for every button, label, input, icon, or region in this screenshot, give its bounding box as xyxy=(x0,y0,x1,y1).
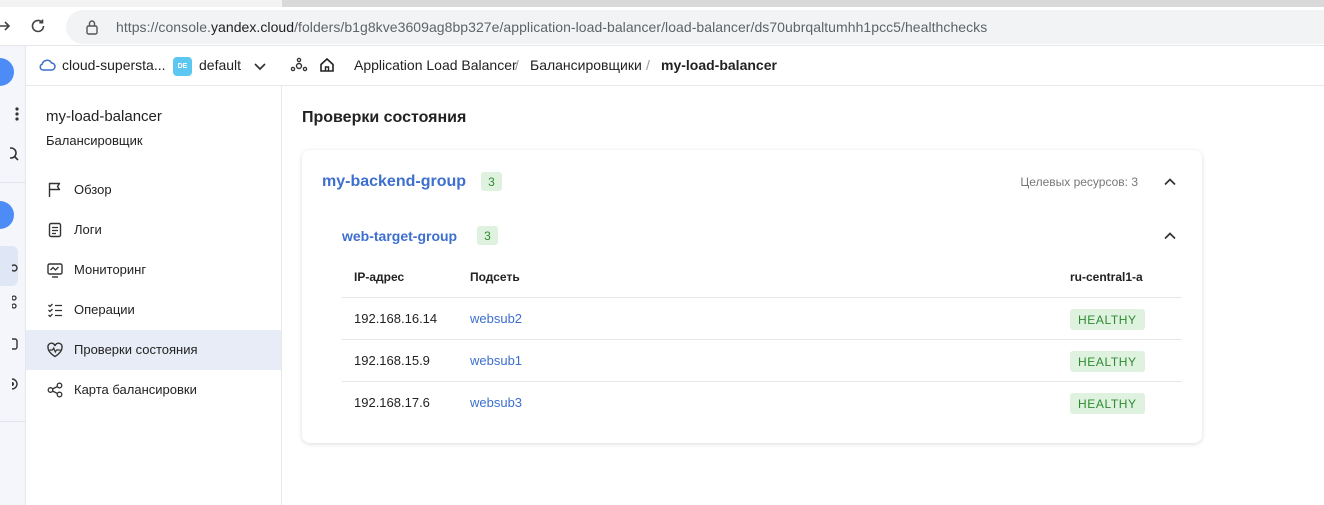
status-badge: HEALTHY xyxy=(1070,393,1145,414)
sidebar-item-monitoring[interactable]: Мониторинг xyxy=(26,250,281,290)
backend-group-name[interactable]: my-backend-group xyxy=(322,173,466,191)
global-nav-rail xyxy=(0,46,26,505)
sidebar-item-label: Мониторинг xyxy=(74,262,147,277)
logs-icon xyxy=(46,221,64,239)
column-header-subnet: Подсеть xyxy=(470,270,520,284)
home-icon[interactable] xyxy=(318,56,336,79)
url-path: /folders/b1g8kve3609ag8bp327e/applicatio… xyxy=(294,19,988,35)
map-icon xyxy=(46,381,64,399)
sidebar-item-label: Операции xyxy=(74,302,135,317)
sidebar-item-operations[interactable]: Операции xyxy=(26,290,281,330)
sidebar-item-overview[interactable]: Обзор xyxy=(26,170,281,210)
resource-sidebar: my-load-balancer Балансировщик Обзор Лог… xyxy=(26,86,282,505)
target-group-name[interactable]: web-target-group xyxy=(342,228,457,244)
network-icon[interactable] xyxy=(0,256,20,276)
folder-selector[interactable]: default xyxy=(199,57,241,73)
console-header: cloud-supersta... DE default Application… xyxy=(26,46,1324,86)
ip-address: 192.168.17.6 xyxy=(354,395,430,410)
backend-group-card: my-backend-group 3 Целевых ресурсов: 3 w… xyxy=(302,150,1202,443)
status-badge: HEALTHY xyxy=(1070,309,1145,330)
service-icon xyxy=(290,57,308,80)
breadcrumb-separator: / xyxy=(646,57,650,73)
reload-icon xyxy=(31,19,45,33)
forward-button[interactable] xyxy=(0,14,16,38)
ip-address: 192.168.16.14 xyxy=(354,311,438,326)
subnet-link[interactable]: websub1 xyxy=(470,353,522,368)
rail-divider xyxy=(0,182,25,183)
sidebar-item-label: Проверки состояния xyxy=(74,342,198,357)
status-badge: HEALTHY xyxy=(1070,351,1145,372)
url-prefix: https://console. xyxy=(116,19,211,35)
browser-toolbar: https://console.yandex.cloud/folders/b1g… xyxy=(0,0,1324,46)
target-icon[interactable] xyxy=(0,374,20,394)
cloud-selector[interactable]: cloud-supersta... xyxy=(62,57,166,73)
sidebar-item-logs[interactable]: Логи xyxy=(26,210,281,250)
cloud-icon xyxy=(38,58,56,77)
table-row: 192.168.15.9 websub1 HEALTHY xyxy=(342,339,1182,381)
sidebar-item-healthchecks[interactable]: Проверки состояния xyxy=(26,330,281,370)
chevron-down-icon[interactable] xyxy=(253,59,267,78)
url-text[interactable]: https://console.yandex.cloud/folders/b1g… xyxy=(116,19,987,35)
tab-strip xyxy=(0,0,1324,7)
nodes-icon[interactable] xyxy=(0,292,20,312)
sidebar-item-label: Логи xyxy=(74,222,102,237)
folder-badge: DE xyxy=(173,57,192,76)
breadcrumb-separator: / xyxy=(515,57,519,73)
ip-address: 192.168.15.9 xyxy=(354,353,430,368)
rail-divider-bottom xyxy=(0,421,25,422)
sidebar-item-label: Обзор xyxy=(74,182,112,197)
breadcrumb-balancers[interactable]: Балансировщики xyxy=(530,57,642,73)
flag-icon xyxy=(46,181,64,199)
backend-group-count-badge: 3 xyxy=(481,172,502,191)
resource-title: my-load-balancer xyxy=(46,108,162,125)
search-icon[interactable] xyxy=(0,144,20,164)
tab-strip-background xyxy=(282,0,1324,7)
resource-type: Балансировщик xyxy=(46,133,143,148)
sidebar-item-label: Карта балансировки xyxy=(74,382,197,397)
monitoring-icon xyxy=(46,261,64,279)
dashboard-icon[interactable] xyxy=(0,334,20,354)
sidebar-item-balancing-map[interactable]: Карта балансировки xyxy=(26,370,281,410)
subnet-link[interactable]: websub2 xyxy=(470,311,522,326)
page-title: Проверки состояния xyxy=(302,109,467,126)
table-row: 192.168.17.6 websub3 HEALTHY xyxy=(342,381,1182,423)
target-group-count-badge: 3 xyxy=(477,226,498,245)
column-header-zone: ru-central1-a xyxy=(1070,270,1143,284)
more-icon[interactable] xyxy=(0,104,20,124)
chevron-up-icon[interactable] xyxy=(1163,175,1177,189)
breadcrumb-current: my-load-balancer xyxy=(661,57,777,73)
site-info-icon[interactable] xyxy=(84,18,100,41)
breadcrumb-alb[interactable]: Application Load Balancer xyxy=(354,57,517,73)
active-tab-edge[interactable] xyxy=(0,0,282,7)
main-content: Проверки состояния my-backend-group 3 Це… xyxy=(282,86,1324,505)
chevron-up-icon[interactable] xyxy=(1163,229,1177,243)
subnet-link[interactable]: websub3 xyxy=(470,395,522,410)
user-avatar[interactable] xyxy=(0,58,14,86)
table-row: 192.168.16.14 websub2 HEALTHY xyxy=(342,297,1182,339)
targets-count: Целевых ресурсов: 3 xyxy=(1020,175,1138,189)
operations-icon xyxy=(46,301,64,319)
reload-button[interactable] xyxy=(26,14,50,38)
heartbeat-icon xyxy=(46,341,64,359)
services-button[interactable] xyxy=(0,201,14,229)
url-host: yandex.cloud xyxy=(210,19,295,35)
column-header-ip: IP-адрес xyxy=(354,270,405,284)
arrow-right-icon xyxy=(0,21,11,31)
address-bar[interactable]: https://console.yandex.cloud/folders/b1g… xyxy=(66,10,1324,44)
